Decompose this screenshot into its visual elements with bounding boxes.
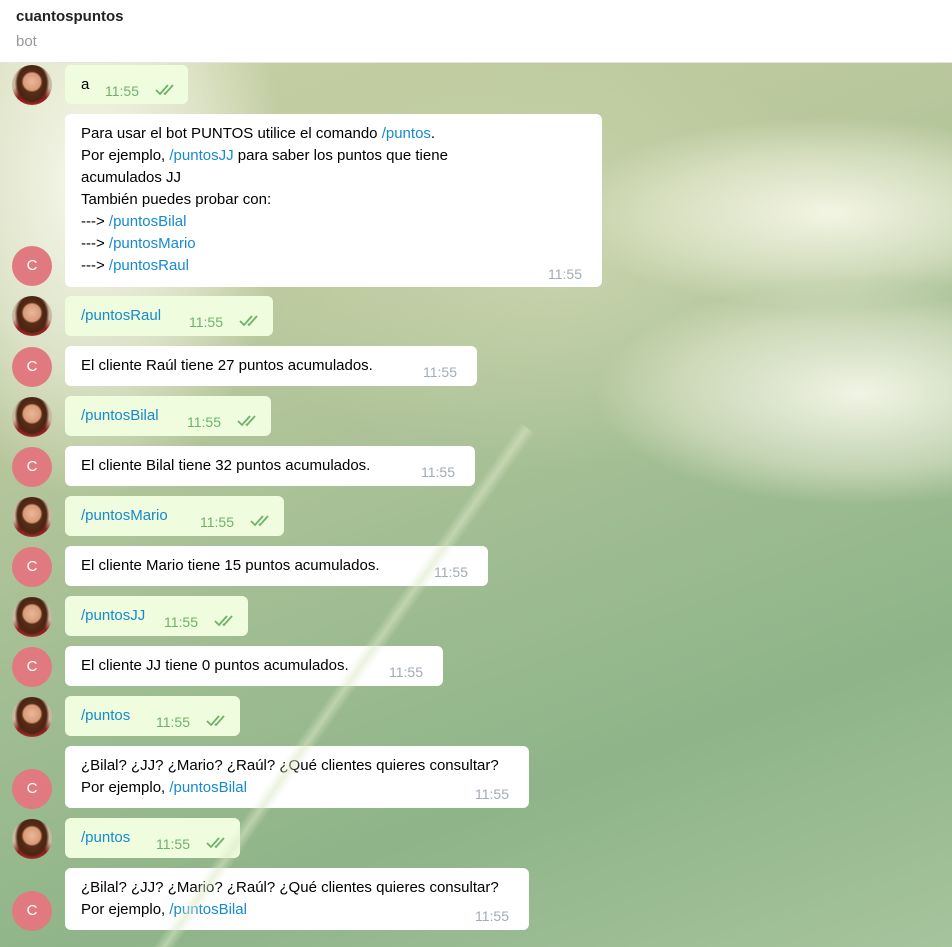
message-time: 11:55: [189, 314, 223, 330]
command-link[interactable]: /puntosBilal: [81, 405, 159, 427]
outgoing-message[interactable]: /puntos 11:55: [65, 818, 240, 858]
outgoing-message[interactable]: /puntosMario 11:55: [65, 496, 284, 536]
message-time: 11:55: [475, 908, 509, 924]
double-check-icon: [214, 615, 233, 627]
chat-title[interactable]: cuantospuntos: [16, 8, 124, 25]
incoming-message[interactable]: El cliente Mario tiene 15 puntos acumula…: [65, 546, 488, 586]
message-text: Por ejemplo, /puntosBilal: [81, 779, 247, 796]
user-avatar[interactable]: [12, 65, 52, 105]
message-text: Por ejemplo, /puntosBilal: [81, 901, 247, 918]
message-text: También puedes probar con:: [81, 191, 272, 208]
outgoing-message[interactable]: /puntosJJ 11:55: [65, 596, 248, 636]
bot-avatar[interactable]: C: [12, 647, 52, 687]
command-link[interactable]: /puntosJJ: [169, 147, 233, 164]
chat-header: cuantospuntos bot: [0, 0, 952, 63]
message-text: Por ejemplo, /puntosJJ para saber los pu…: [81, 147, 448, 164]
message-time: 11:55: [389, 664, 423, 680]
double-check-icon: [206, 837, 225, 849]
message-text: acumulados JJ: [81, 169, 182, 186]
message-time: 11:55: [423, 364, 457, 380]
message-text: ¿Bilal? ¿JJ? ¿Mario? ¿Raúl? ¿Qué cliente…: [81, 757, 499, 774]
bot-avatar[interactable]: C: [12, 246, 52, 286]
command-link[interactable]: /puntosRaul: [81, 305, 161, 327]
message-time: 11:55: [200, 514, 234, 530]
bot-avatar[interactable]: C: [12, 347, 52, 387]
incoming-message[interactable]: ¿Bilal? ¿JJ? ¿Mario? ¿Raúl? ¿Qué cliente…: [65, 868, 529, 930]
command-link[interactable]: /puntosBilal: [109, 213, 187, 230]
user-avatar[interactable]: [12, 697, 52, 737]
bot-avatar[interactable]: C: [12, 547, 52, 587]
message-text: ---> /puntosMario: [81, 235, 196, 252]
command-link[interactable]: /puntosRaul: [109, 257, 189, 274]
message-text: El cliente JJ tiene 0 puntos acumulados.: [81, 657, 349, 674]
incoming-message[interactable]: El cliente JJ tiene 0 puntos acumulados.…: [65, 646, 443, 686]
command-link[interactable]: /puntosBilal: [169, 901, 247, 918]
user-avatar[interactable]: [12, 397, 52, 437]
message-time: 11:55: [187, 414, 221, 430]
outgoing-message[interactable]: /puntos 11:55: [65, 696, 240, 736]
message-text: El cliente Raúl tiene 27 puntos acumulad…: [81, 357, 373, 374]
command-link[interactable]: /puntos: [81, 705, 130, 727]
outgoing-message[interactable]: /puntosBilal 11:55: [65, 396, 271, 436]
double-check-icon: [155, 84, 174, 96]
double-check-icon: [239, 315, 258, 327]
message-time: 11:55: [475, 786, 509, 802]
message-time: 11:55: [548, 266, 582, 282]
message-time: 11:55: [434, 564, 468, 580]
message-time: 11:55: [156, 714, 190, 730]
double-check-icon: [206, 715, 225, 727]
message-text: a: [81, 76, 90, 93]
bot-avatar[interactable]: C: [12, 891, 52, 931]
message-time: 11:55: [156, 836, 190, 852]
user-avatar[interactable]: [12, 597, 52, 637]
incoming-message[interactable]: Para usar el bot PUNTOS utilice el coman…: [65, 114, 602, 287]
user-avatar[interactable]: [12, 296, 52, 336]
command-link[interactable]: /puntosJJ: [81, 605, 145, 627]
message-text: Para usar el bot PUNTOS utilice el coman…: [81, 125, 436, 142]
outgoing-message[interactable]: a 11:55: [65, 65, 188, 104]
user-avatar[interactable]: [12, 819, 52, 859]
command-link[interactable]: /puntosBilal: [169, 779, 247, 796]
bot-avatar[interactable]: C: [12, 447, 52, 487]
message-list[interactable]: a 11:55 C Para usar el bot PUNTOS utilic…: [0, 63, 952, 947]
message-time: 11:55: [421, 464, 455, 480]
command-link[interactable]: /puntosMario: [81, 505, 168, 527]
incoming-message[interactable]: El cliente Bilal tiene 32 puntos acumula…: [65, 446, 475, 486]
message-text: ---> /puntosBilal: [81, 213, 187, 230]
double-check-icon: [250, 515, 269, 527]
message-time: 11:55: [164, 614, 198, 630]
incoming-message[interactable]: ¿Bilal? ¿JJ? ¿Mario? ¿Raúl? ¿Qué cliente…: [65, 746, 529, 808]
outgoing-message[interactable]: /puntosRaul 11:55: [65, 296, 273, 336]
message-text: ---> /puntosRaul: [81, 257, 189, 274]
message-text: ¿Bilal? ¿JJ? ¿Mario? ¿Raúl? ¿Qué cliente…: [81, 879, 499, 896]
bot-avatar[interactable]: C: [12, 769, 52, 809]
double-check-icon: [237, 415, 256, 427]
command-link[interactable]: /puntosMario: [109, 235, 196, 252]
command-link[interactable]: /puntos: [382, 125, 431, 142]
message-text: El cliente Mario tiene 15 puntos acumula…: [81, 557, 380, 574]
chat-subtitle: bot: [16, 33, 37, 50]
incoming-message[interactable]: El cliente Raúl tiene 27 puntos acumulad…: [65, 346, 477, 386]
command-link[interactable]: /puntos: [81, 827, 130, 849]
user-avatar[interactable]: [12, 497, 52, 537]
message-time: 11:55: [105, 83, 139, 99]
message-text: El cliente Bilal tiene 32 puntos acumula…: [81, 457, 371, 474]
